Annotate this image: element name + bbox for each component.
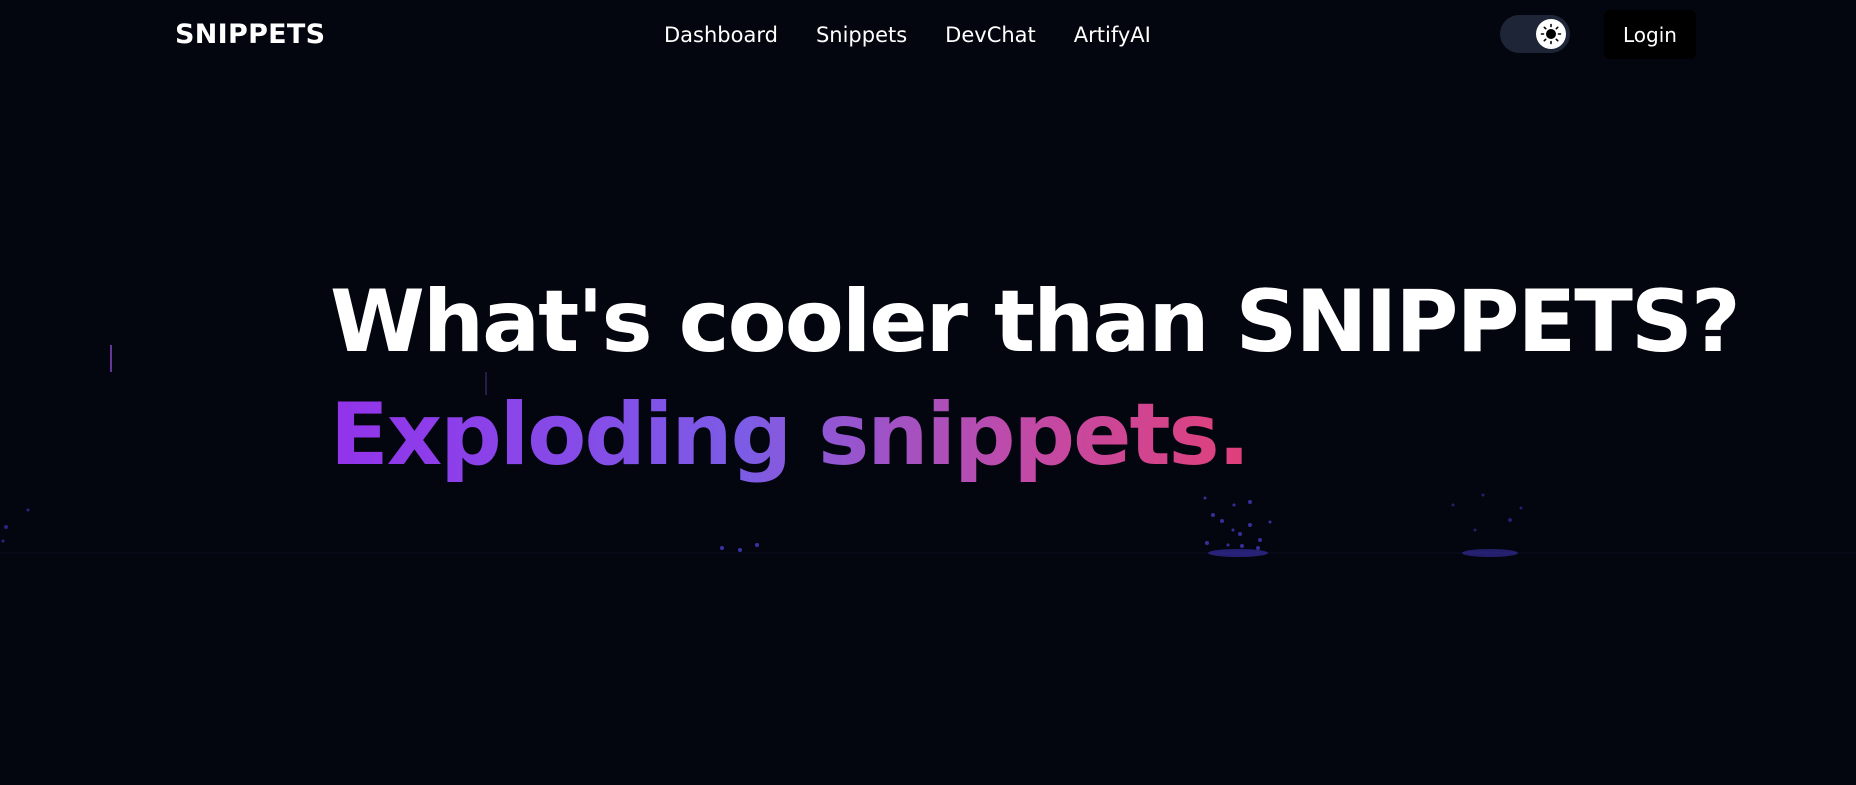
navbar: SNIPPETS Dashboard Snippets DevChat Arti… [0, 0, 1856, 72]
particle-cluster-far-right [1451, 493, 1523, 532]
particle-cluster-left [1, 508, 30, 543]
nav-link-snippets[interactable]: Snippets [816, 23, 907, 47]
nav-link-devchat[interactable]: DevChat [945, 23, 1036, 47]
brand-logo[interactable]: SNIPPETS [175, 19, 325, 50]
theme-toggle[interactable] [1500, 15, 1570, 53]
sun-icon [1540, 23, 1562, 45]
toggle-knob [1536, 19, 1566, 49]
nav-link-dashboard[interactable]: Dashboard [664, 23, 778, 47]
hero-subtitle: Exploding snippets. [330, 385, 1250, 485]
glow-spot [1462, 549, 1518, 557]
page: SNIPPETS Dashboard Snippets DevChat Arti… [0, 0, 1856, 785]
login-button[interactable]: Login [1604, 10, 1696, 59]
hero-title: What's cooler than SNIPPETS? [330, 272, 1741, 372]
nav-links: Dashboard Snippets DevChat ArtifyAI [664, 23, 1151, 47]
particle-cluster-right [1203, 496, 1272, 550]
particle-cluster-center [720, 543, 759, 552]
glow-spot [1208, 549, 1268, 557]
nav-link-artifyai[interactable]: ArtifyAI [1074, 23, 1151, 47]
